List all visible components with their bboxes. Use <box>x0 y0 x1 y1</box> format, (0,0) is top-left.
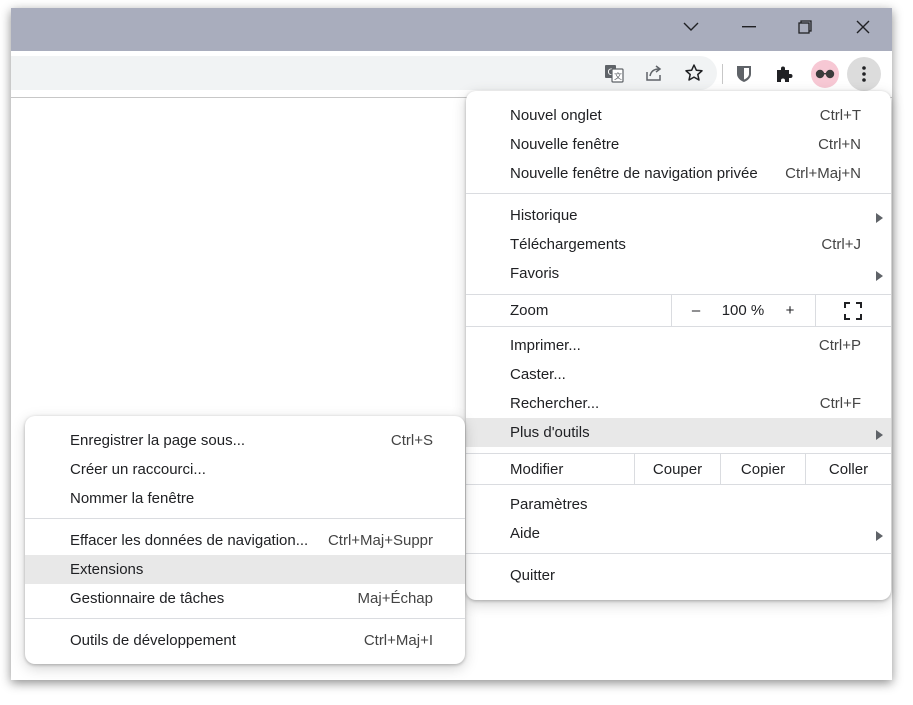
menu-divider <box>25 618 465 619</box>
menu-item-downloads[interactable]: Téléchargements Ctrl+J <box>466 230 891 259</box>
menu-item-label: Nommer la fenêtre <box>70 490 195 507</box>
menu-item-new-tab[interactable]: Nouvel onglet Ctrl+T <box>466 101 891 130</box>
menu-item-label: Nouvel onglet <box>510 107 602 124</box>
menu-item-save-page[interactable]: Enregistrer la page sous... Ctrl+S <box>25 426 465 455</box>
share-icon[interactable] <box>641 60 667 86</box>
menu-item-label: Historique <box>510 207 578 224</box>
menu-item-developer-tools[interactable]: Outils de développement Ctrl+Maj+I <box>25 626 465 655</box>
menu-item-settings[interactable]: Paramètres <box>466 490 891 519</box>
paste-button[interactable]: Coller <box>806 454 891 485</box>
zoom-label: Zoom <box>510 302 549 319</box>
shortcut-label: Ctrl+Maj+N <box>785 165 861 182</box>
restore-icon[interactable] <box>777 8 833 46</box>
menu-item-create-shortcut[interactable]: Créer un raccourci... <box>25 455 465 484</box>
cut-button[interactable]: Couper <box>635 454 720 485</box>
zoom-row: Zoom – 100 % + <box>466 295 891 326</box>
menu-item-label: Nouvelle fenêtre de navigation privée <box>510 165 758 182</box>
more-tools-submenu: Enregistrer la page sous... Ctrl+S Créer… <box>25 416 465 664</box>
menu-item-label: Créer un raccourci... <box>70 461 206 478</box>
more-menu-icon[interactable] <box>847 57 881 91</box>
copy-button[interactable]: Copier <box>721 454 805 485</box>
menu-divider <box>466 326 891 327</box>
shortcut-label: Ctrl+P <box>818 337 861 354</box>
edit-label: Modifier <box>510 461 564 478</box>
menu-item-label: Téléchargements <box>510 236 626 253</box>
menu-item-label: Paramètres <box>510 496 588 513</box>
menu-item-print[interactable]: Imprimer... Ctrl+P <box>466 331 891 360</box>
menu-item-bookmarks[interactable]: Favoris <box>466 259 891 288</box>
menu-item-cast[interactable]: Caster... <box>466 360 891 389</box>
menu-item-label: Caster... <box>510 366 566 383</box>
menu-item-label: Imprimer... <box>510 337 581 354</box>
title-bar <box>11 8 892 51</box>
menu-divider <box>466 193 891 194</box>
edit-row: Modifier Couper Copier Coller <box>466 454 891 485</box>
zoom-out-button[interactable]: – <box>678 295 714 326</box>
shortcut-label: Maj+Échap <box>357 590 433 607</box>
menu-item-label: Gestionnaire de tâches <box>70 590 225 607</box>
menu-item-label: Nouvelle fenêtre <box>510 136 620 153</box>
chrome-main-menu: Nouvel onglet Ctrl+T Nouvelle fenêtre Ct… <box>466 91 891 600</box>
menu-item-more-tools[interactable]: Plus d'outils <box>466 418 891 447</box>
menu-item-label: Effacer les données de navigation... <box>70 532 309 549</box>
menu-item-label: Favoris <box>510 265 560 282</box>
menu-item-extensions[interactable]: Extensions <box>25 555 465 584</box>
shortcut-label: Ctrl+Maj+Suppr <box>327 532 433 549</box>
address-bar[interactable]: G文 <box>11 56 717 90</box>
menu-item-quit[interactable]: Quitter <box>466 561 891 590</box>
menu-item-label: Aide <box>510 525 541 542</box>
submenu-arrow-icon <box>876 268 883 285</box>
shortcut-label: Ctrl+F <box>819 395 861 412</box>
menu-divider <box>25 518 465 519</box>
menu-item-history[interactable]: Historique <box>466 201 891 230</box>
menu-item-new-window[interactable]: Nouvelle fenêtre Ctrl+N <box>466 130 891 159</box>
svg-text:文: 文 <box>614 71 622 81</box>
menu-item-name-window[interactable]: Nommer la fenêtre <box>25 484 465 513</box>
menu-item-task-manager[interactable]: Gestionnaire de tâches Maj+Échap <box>25 584 465 613</box>
translate-icon[interactable]: G文 <box>601 60 627 86</box>
zoom-divider <box>815 295 816 326</box>
bookmark-star-icon[interactable] <box>681 60 707 86</box>
close-icon[interactable] <box>835 8 891 46</box>
zoom-in-button[interactable]: + <box>772 295 808 326</box>
zoom-divider <box>671 295 672 326</box>
zoom-level: 100 % <box>721 302 765 319</box>
chevron-down-icon[interactable] <box>663 8 719 46</box>
fullscreen-icon[interactable] <box>840 295 866 326</box>
profile-avatar-icon[interactable] <box>811 60 839 88</box>
menu-divider <box>466 484 891 485</box>
shortcut-label: Ctrl+T <box>819 107 861 124</box>
menu-item-find[interactable]: Rechercher... Ctrl+F <box>466 389 891 418</box>
submenu-arrow-icon <box>876 427 883 444</box>
menu-divider <box>466 553 891 554</box>
menu-item-label: Outils de développement <box>70 632 236 649</box>
menu-item-help[interactable]: Aide <box>466 519 891 548</box>
menu-item-clear-browsing-data[interactable]: Effacer les données de navigation... Ctr… <box>25 526 465 555</box>
menu-item-label: Rechercher... <box>510 395 600 412</box>
bitwarden-icon[interactable] <box>731 61 757 87</box>
shortcut-label: Ctrl+N <box>818 136 861 153</box>
submenu-arrow-icon <box>876 210 883 227</box>
menu-item-label: Enregistrer la page sous... <box>70 432 246 449</box>
shortcut-label: Ctrl+J <box>821 236 861 253</box>
menu-item-label: Quitter <box>510 567 556 584</box>
menu-item-label: Extensions <box>70 561 144 578</box>
menu-item-new-incognito-window[interactable]: Nouvelle fenêtre de navigation privée Ct… <box>466 159 891 188</box>
menu-item-label: Plus d'outils <box>510 424 590 441</box>
toolbar-separator <box>722 64 723 84</box>
shortcut-label: Ctrl+S <box>390 432 433 449</box>
minimize-icon[interactable] <box>721 8 777 46</box>
extensions-puzzle-icon[interactable] <box>771 61 797 87</box>
shortcut-label: Ctrl+Maj+I <box>363 632 433 649</box>
submenu-arrow-icon <box>876 528 883 545</box>
